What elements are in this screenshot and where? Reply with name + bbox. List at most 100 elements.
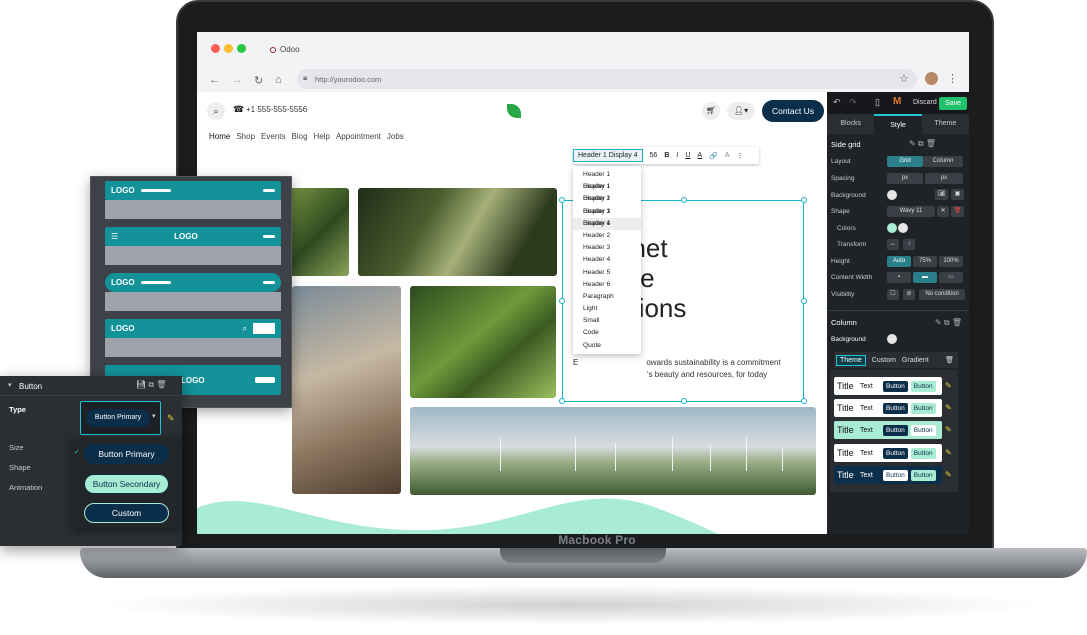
header-template-4[interactable]: LOGO ⌕ [105,319,281,359]
font-color-button[interactable]: A [697,152,702,159]
header-template-3[interactable]: LOGO [105,273,281,313]
maximize-window-dot[interactable] [237,44,246,53]
style-option[interactable]: Small [573,315,641,327]
width-small-option[interactable]: ▪ [887,272,911,283]
resize-handle[interactable] [559,398,565,404]
style-option[interactable]: Light [573,303,641,315]
header-template-2[interactable]: ☰ LOGO [105,227,281,267]
style-option[interactable]: Header 1 Display 2 [573,181,641,202]
style-option[interactable]: Header 1 Display 3 [573,193,641,214]
theme-preset-card[interactable]: Title Text Button Button [834,421,942,439]
menu-item-shop[interactable]: Shop [236,132,255,141]
image-icon[interactable]: ▣ [951,189,964,200]
italic-button[interactable]: I [676,152,678,159]
forward-arrow-icon[interactable]: → [232,74,243,86]
button-type-select[interactable]: Button Primary ▾ [80,401,161,435]
option-button-primary[interactable]: Button Primary [84,444,169,464]
header-template-1[interactable]: LOGO [105,181,281,221]
ai-icon[interactable]: M [893,96,901,107]
shape-color-2[interactable] [898,223,908,233]
height-100-option[interactable]: 100% [939,256,963,267]
resize-handle[interactable] [681,197,687,203]
style-option[interactable]: Header 4 [573,254,641,266]
address-bar[interactable] [297,69,917,89]
visibility-invisible-icon[interactable]: ⊘ [903,289,915,300]
style-option[interactable]: Paragraph [573,291,641,303]
resize-handle[interactable] [681,398,687,404]
tab-theme-presets[interactable]: Theme [836,354,866,366]
beach-cleanup-photo[interactable] [292,286,401,494]
font-size-field[interactable]: 56 [650,152,658,159]
style-option[interactable]: Header 6 [573,279,641,291]
delete-shape-icon[interactable]: 🗑︎ [951,206,964,217]
back-arrow-icon[interactable]: ← [209,74,220,86]
home-icon[interactable]: ⌂ [275,74,282,86]
close-window-dot[interactable] [211,44,220,53]
delete-icon[interactable]: 🗑︎ [945,356,958,364]
mobile-preview-icon[interactable]: ▯ [875,97,880,108]
menu-item-blog[interactable]: Blog [292,132,308,141]
section-column-title[interactable]: Column [831,318,857,327]
flip-vertical-icon[interactable]: ↕ [903,239,915,250]
spacing-x-input[interactable]: px [887,173,923,184]
monkey-photo[interactable] [358,188,557,276]
theme-preset-card[interactable]: Title Text Button Button [834,444,942,462]
underline-button[interactable]: U [685,152,690,159]
collapse-icon[interactable]: ▾ [8,381,12,389]
style-option[interactable]: Code [573,327,641,339]
browser-tab-title[interactable]: Odoo [280,45,300,54]
menu-item-help[interactable]: Help [314,132,330,141]
option-button-secondary[interactable]: Button Secondary [84,474,169,494]
column-background-swatch[interactable] [887,334,897,344]
width-full-option[interactable]: ▭ [939,272,963,283]
camera-icon[interactable]: 📷︎ [935,189,948,200]
theme-preset-card[interactable]: Title Text Button Button [834,377,942,395]
url-text[interactable]: http://yourodoo.com [315,75,381,84]
resize-handle[interactable] [559,298,565,304]
profile-avatar[interactable] [925,72,938,85]
phone-number[interactable]: +1 555-555-5556 [246,105,307,114]
remove-shape-icon[interactable]: ✕ [937,206,949,217]
shape-color-1[interactable] [887,223,897,233]
undo-icon[interactable]: ↶ [833,97,841,108]
text-style-select[interactable]: Header 1 Display 4 [573,149,643,162]
style-option[interactable]: Header 1 Display 4 [573,206,641,227]
save-button[interactable]: Save [939,97,967,110]
browser-menu-icon[interactable]: ⋮ [947,72,958,85]
edit-preset-pencil-icon[interactable]: ✎ [945,448,952,457]
background-color-swatch[interactable] [887,190,897,200]
width-regular-option[interactable]: ▬ [913,272,937,283]
tab-style[interactable]: Style [874,114,922,134]
style-option[interactable]: Header 5 [573,267,641,279]
menu-item-jobs[interactable]: Jobs [387,132,404,141]
style-option[interactable]: Quote [573,340,641,352]
section-tools-icons[interactable]: ✎ ⧉ 🗑︎ [909,139,936,149]
cart-icon[interactable]: 🛒︎ [702,102,720,120]
panel-tools-icons[interactable]: 💾︎ ⧉ 🗑︎ [136,380,166,390]
link-icon[interactable]: 🔗 [709,152,718,160]
bold-button[interactable]: B [664,152,669,159]
column-tools-icons[interactable]: ✎ ⧉ 🗑︎ [935,318,962,328]
discard-button[interactable]: Discard [913,99,937,106]
flip-horizontal-icon[interactable]: ↔ [887,239,899,250]
layout-grid-option[interactable]: Grid [887,156,923,167]
search-icon[interactable]: ⌕ [207,102,225,120]
resize-handle[interactable] [801,398,807,404]
bookmark-star-icon[interactable]: ☆ [899,72,909,85]
redo-icon[interactable]: ↷ [849,97,857,108]
resize-handle[interactable] [559,197,565,203]
tab-blocks[interactable]: Blocks [827,114,874,134]
reload-icon[interactable]: ↻ [254,74,263,87]
style-option[interactable]: Header 2 [573,230,641,242]
user-menu-icon[interactable]: 👤︎▾ [727,102,755,120]
style-option-selected[interactable]: Header 1 [573,217,641,230]
option-custom[interactable]: Custom [84,503,169,523]
tab-theme[interactable]: Theme [922,114,969,134]
menu-item-appointment[interactable]: Appointment [336,132,381,141]
resize-handle[interactable] [801,197,807,203]
visibility-condition-select[interactable]: No condition [919,289,965,300]
shape-select[interactable]: Wavy 11 [887,206,935,217]
edit-preset-pencil-icon[interactable]: ✎ [945,470,952,479]
edit-preset-pencil-icon[interactable]: ✎ [945,381,952,390]
tab-gradient-presets[interactable]: Gradient [902,357,929,364]
